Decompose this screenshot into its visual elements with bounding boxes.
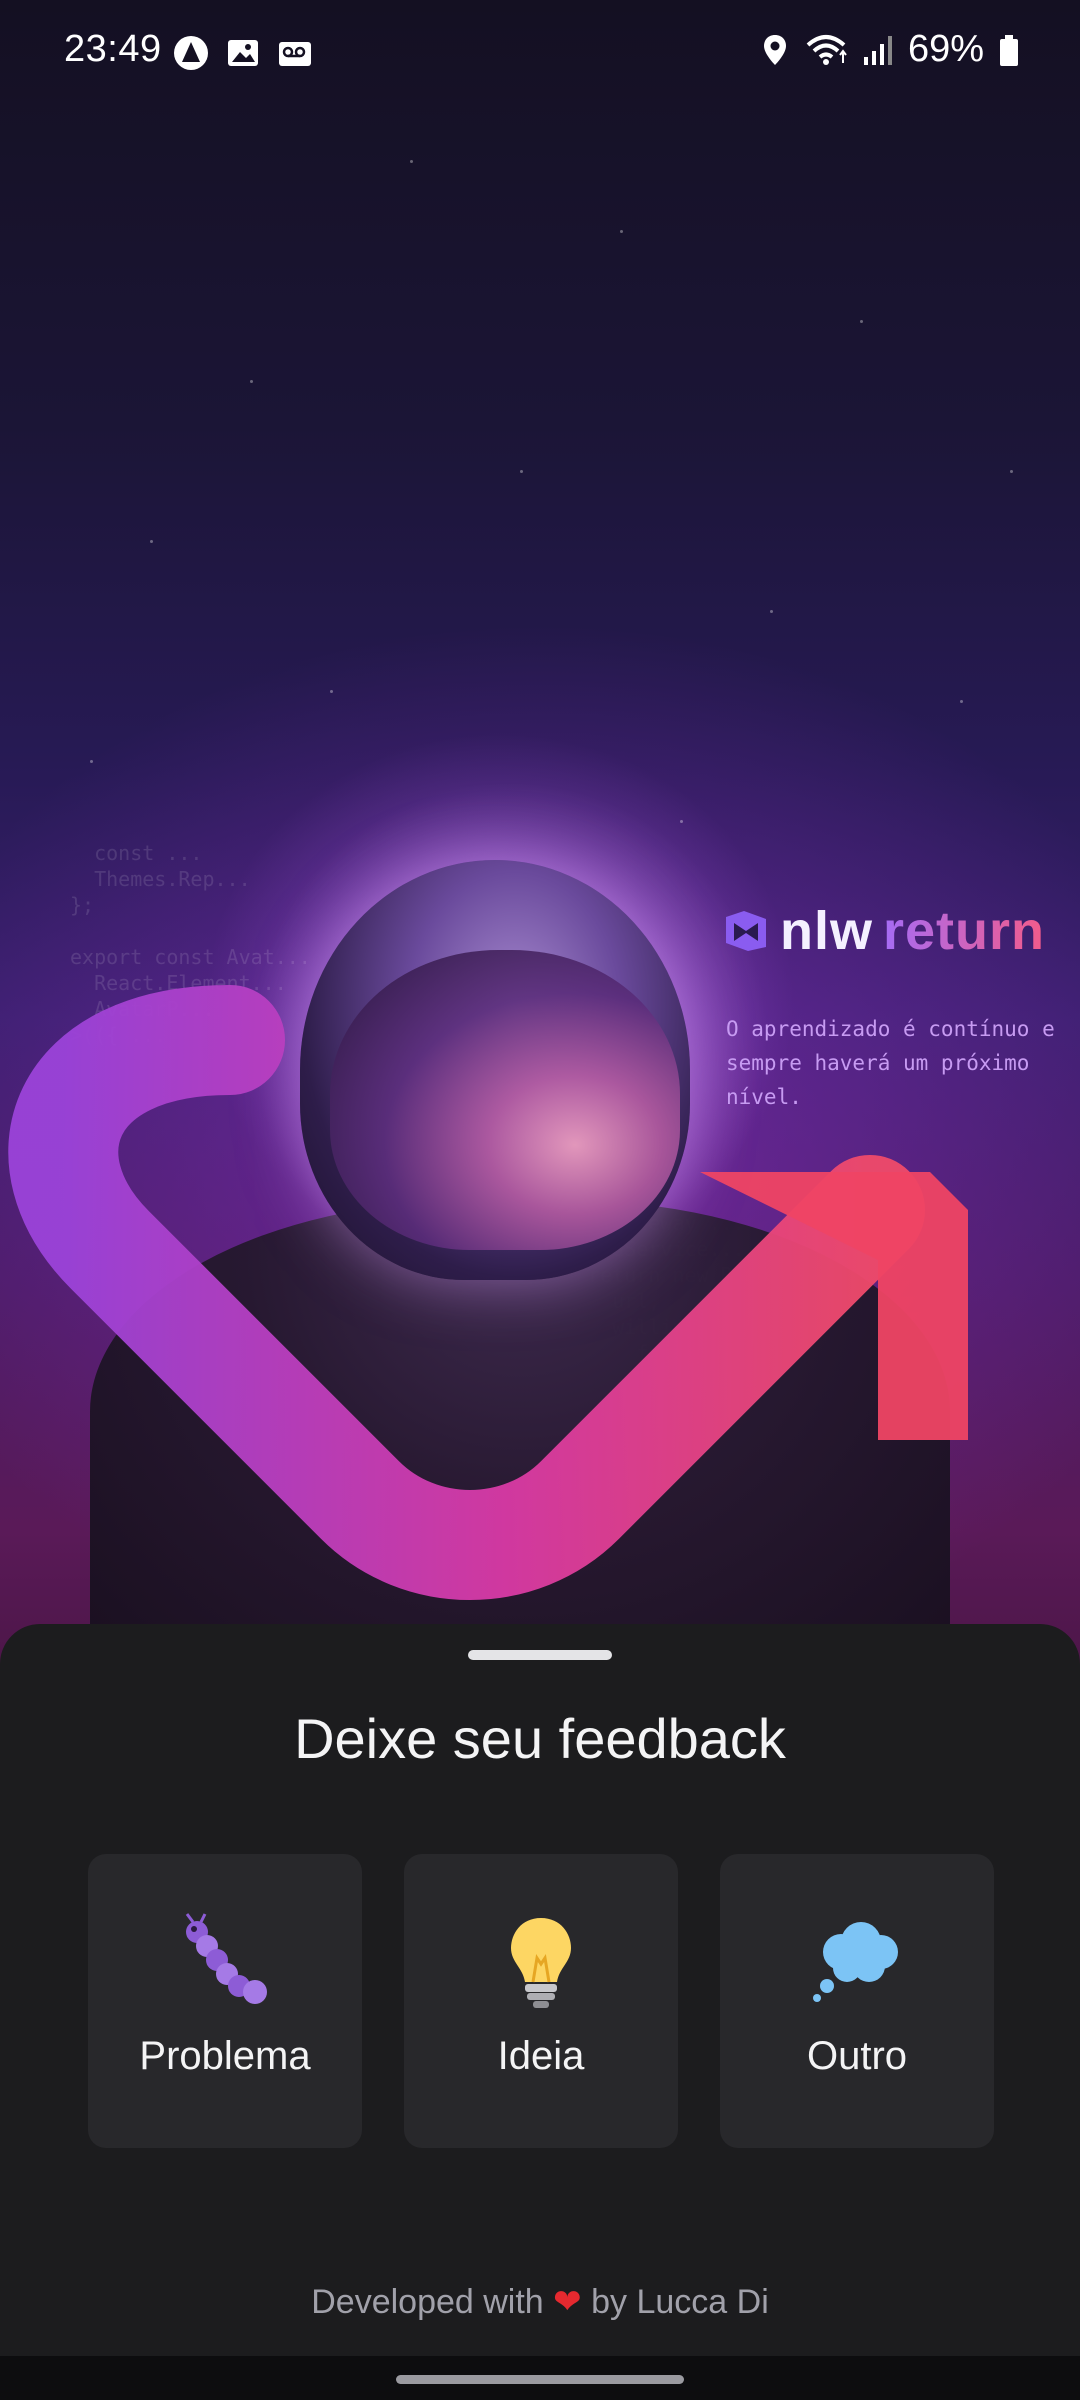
bug-icon [185,1913,267,2004]
option-label: Problema [139,2034,311,2078]
signal-icon [863,35,892,65]
option-label: Ideia [497,2034,585,2078]
status-notification-icons [172,34,314,72]
feedback-type-options: Problema Ideia Outro [88,1854,994,2148]
logo-text-return: return [883,901,1046,961]
feedback-bottom-sheet: Deixe seu feedback Problema Ideia Outro … [0,1624,1080,2400]
footer-author: by Lucca Di [591,2283,769,2321]
status-time: 23:49 [64,28,162,70]
image-icon [228,40,258,66]
system-navigation-bar [0,2356,1080,2400]
sheet-title: Deixe seu feedback [294,1707,786,1770]
option-problema-button[interactable]: Problema [88,1854,362,2148]
voicemail-icon [279,42,311,66]
option-ideia-button[interactable]: Ideia [404,1854,678,2148]
footer-credits: Developed with ❤ by Lucca Di [0,2282,1080,2322]
battery-icon [1000,34,1018,66]
logo-text-nlw: nlw [780,901,873,961]
status-bar: 23:49 69% [0,0,1080,108]
app-notification-icon [174,36,208,70]
wifi-icon [806,34,847,65]
option-label: Outro [806,2034,908,2078]
app-screen: const ... Themes.Rep... }; export const … [0,0,1080,2400]
sheet-drag-handle[interactable] [468,1650,612,1660]
location-icon [763,34,786,65]
home-gesture-handle[interactable] [396,2375,684,2384]
option-outro-button[interactable]: Outro [720,1854,994,2148]
footer-prefix: Developed with [311,2283,544,2321]
heart-icon: ❤ [553,2283,582,2321]
nlw-return-logo: nlw return [722,900,1045,962]
battery-percent: 69% [907,28,984,70]
lightbulb-icon [511,1918,571,2008]
status-system-icons: 69% [760,28,1020,71]
hero-tagline: O aprendizado é contínuo e sempre haverá… [726,1017,1055,1109]
nlw-logo-icon [726,911,766,951]
hero-background: const ... Themes.Rep... }; export const … [0,0,1080,1700]
thought-bubble-icon [813,1922,898,2002]
